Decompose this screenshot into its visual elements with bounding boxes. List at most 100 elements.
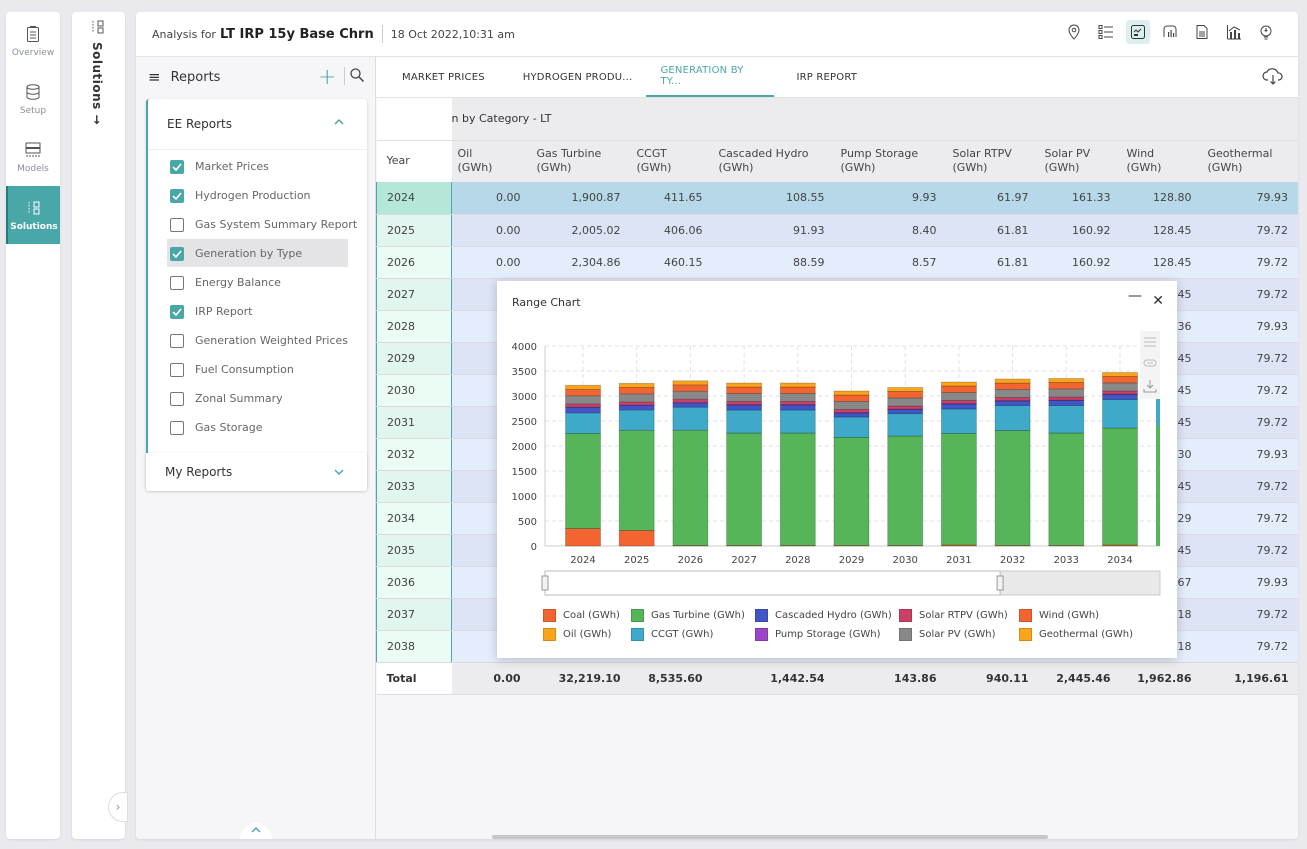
value-cell[interactable]: 8.57: [834, 246, 947, 279]
report-item[interactable]: Zonal Summary: [148, 384, 367, 413]
legend-item[interactable]: Wind (GWh): [1019, 609, 1139, 622]
chart-report-icon[interactable]: [1126, 20, 1150, 44]
legend-item[interactable]: Cascaded Hydro (GWh): [755, 609, 899, 622]
year-cell[interactable]: 2036: [376, 566, 452, 599]
value-cell[interactable]: 61.97: [946, 182, 1039, 215]
bar-segment[interactable]: [1102, 390, 1138, 395]
column-header[interactable]: Oil (GWh): [451, 139, 531, 182]
value-cell[interactable]: 79.72: [1201, 630, 1298, 663]
bar-segment[interactable]: [833, 416, 870, 438]
bar-segment[interactable]: [779, 409, 816, 434]
value-cell[interactable]: 2,005.02: [530, 214, 631, 247]
checkbox[interactable]: [170, 420, 184, 435]
value-cell[interactable]: 8.40: [834, 214, 947, 247]
year-cell[interactable]: 2024: [376, 182, 452, 215]
checkbox[interactable]: [170, 159, 184, 174]
bar-segment[interactable]: [833, 394, 870, 402]
bar-segment[interactable]: [672, 380, 709, 386]
report-item[interactable]: Generation Weighted Prices: [148, 326, 367, 355]
bar-segment[interactable]: [1048, 378, 1085, 383]
cloud-download-icon[interactable]: [1262, 67, 1284, 85]
value-cell[interactable]: 61.81: [946, 246, 1039, 279]
bar-segment[interactable]: [940, 381, 977, 387]
year-cell[interactable]: 2026: [376, 246, 452, 279]
bar-segment[interactable]: [833, 412, 870, 418]
value-cell[interactable]: 79.72: [1201, 534, 1298, 567]
bar-segment[interactable]: [779, 386, 816, 394]
value-cell[interactable]: 160.92: [1038, 246, 1121, 279]
bar-segment[interactable]: [994, 405, 1031, 431]
report-item[interactable]: Market Prices: [148, 152, 367, 181]
bar-segment[interactable]: [726, 393, 763, 402]
nav-item-overview[interactable]: Overview: [6, 12, 60, 70]
bar-segment[interactable]: [565, 433, 601, 529]
year-cell[interactable]: 2025: [376, 214, 452, 247]
report-item[interactable]: Fuel Consumption: [148, 355, 367, 384]
bar-segment[interactable]: [779, 382, 816, 388]
bar-line-chart-icon[interactable]: [1222, 20, 1246, 44]
tab-hydrogen-production[interactable]: HYDROGEN PRODU...: [499, 57, 647, 97]
lightbulb-icon[interactable]: [1254, 20, 1278, 44]
bar-segment[interactable]: [994, 382, 1031, 390]
bar-segment[interactable]: [887, 387, 924, 392]
bar-segment[interactable]: [779, 401, 816, 405]
report-item[interactable]: Gas System Summary Report: [148, 210, 367, 239]
tab-market-prices[interactable]: MARKET PRICES: [388, 57, 499, 97]
chevron-down-icon[interactable]: [333, 467, 345, 477]
bar-segment[interactable]: [1102, 372, 1138, 377]
table-row[interactable]: 2025 0.00 2,005.02 406.06 91.93 8.40 61.81 160.…: [376, 214, 1298, 247]
value-cell[interactable]: 79.72: [1201, 598, 1298, 631]
bar-segment[interactable]: [618, 387, 655, 395]
legend-item[interactable]: CCGT (GWh): [631, 628, 755, 641]
nav-item-models[interactable]: Models: [6, 128, 60, 186]
bar-segment[interactable]: [726, 432, 763, 546]
bar-segment[interactable]: [779, 404, 816, 411]
report-item[interactable]: Energy Balance: [148, 268, 367, 297]
bar-segment[interactable]: [565, 395, 601, 405]
legend-item[interactable]: Coal (GWh): [543, 609, 631, 622]
bar-segment[interactable]: [940, 433, 977, 546]
bar-segment[interactable]: [994, 397, 1031, 401]
bar-segment[interactable]: [1048, 382, 1085, 390]
horizontal-scrollbar[interactable]: [492, 835, 1048, 839]
range-selector-window[interactable]: [544, 570, 1001, 596]
bar-segment[interactable]: [565, 407, 601, 414]
bar-segment[interactable]: [618, 393, 655, 403]
column-header[interactable]: CCGT (GWh): [630, 139, 713, 182]
checkbox[interactable]: [170, 275, 184, 290]
bar-segment[interactable]: [833, 390, 870, 396]
year-cell[interactable]: 2038: [376, 630, 452, 663]
report-item[interactable]: IRP Report: [148, 297, 367, 326]
bar-segment[interactable]: [726, 386, 763, 394]
legend-item[interactable]: Solar RTPV (GWh): [899, 609, 1019, 622]
legend-item[interactable]: Geothermal (GWh): [1019, 628, 1139, 641]
bar-segment[interactable]: [779, 393, 816, 402]
bar-segment[interactable]: [672, 398, 709, 403]
year-cell[interactable]: 2037: [376, 598, 452, 631]
checkbox[interactable]: [170, 333, 184, 348]
value-cell[interactable]: 411.65: [630, 182, 713, 215]
value-cell[interactable]: 88.59: [712, 246, 835, 279]
bar-segment[interactable]: [940, 392, 977, 401]
bar-segment[interactable]: [672, 406, 709, 431]
value-cell[interactable]: 79.93: [1201, 438, 1298, 471]
value-cell[interactable]: 79.72: [1201, 342, 1298, 375]
bar-segment[interactable]: [618, 401, 655, 406]
bar-segment[interactable]: [726, 401, 763, 405]
range-chart-icon[interactable]: [1158, 20, 1182, 44]
bar-segment[interactable]: [994, 378, 1031, 384]
value-cell[interactable]: 79.93: [1201, 566, 1298, 599]
bar-segment[interactable]: [994, 389, 1031, 398]
tab-irp-report[interactable]: IRP REPORT: [774, 57, 871, 97]
checkbox[interactable]: [170, 362, 184, 377]
value-cell[interactable]: 161.33: [1038, 182, 1121, 215]
range-selector-handle[interactable]: [541, 575, 549, 591]
year-cell[interactable]: 2030: [376, 374, 452, 407]
value-cell[interactable]: 79.93: [1201, 310, 1298, 343]
column-header-year[interactable]: Year: [376, 139, 452, 182]
checkbox[interactable]: [170, 304, 184, 319]
bar-segment[interactable]: [887, 413, 924, 437]
bar-segment[interactable]: [565, 388, 601, 397]
legend-item[interactable]: Solar PV (GWh): [899, 628, 1019, 641]
document-icon[interactable]: [1190, 20, 1214, 44]
